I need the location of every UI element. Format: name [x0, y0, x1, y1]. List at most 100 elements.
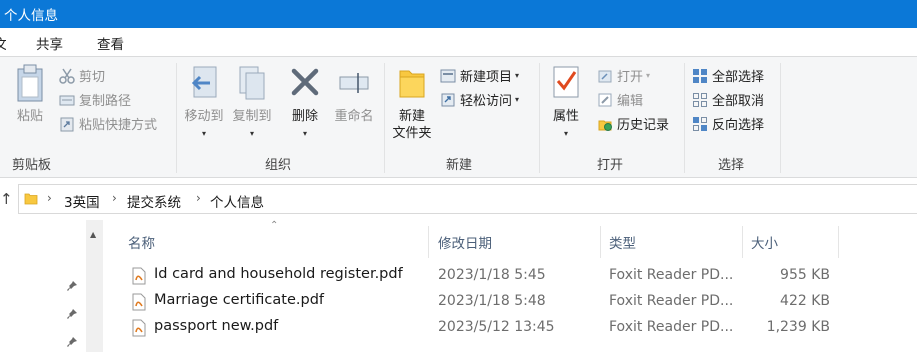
invert-selection-button[interactable]: 反向选择 — [692, 114, 764, 133]
open-button[interactable]: 打开 ▾ — [597, 66, 650, 85]
breadcrumb-item[interactable]: 3英国 — [64, 191, 100, 211]
ribbon-divider — [384, 63, 385, 173]
copy-to-button[interactable]: 复制到 ▾ — [229, 63, 275, 142]
properties-dropdown-icon: ▾ — [563, 129, 568, 138]
easy-access-button[interactable]: 轻松访问 ▾ — [440, 90, 519, 109]
new-folder-label-line1: 新建 — [398, 109, 425, 124]
address-row: ↑ › 3英国 › 提交系统 › 个人信息 — [0, 178, 917, 220]
clipboard-group-label: 剪贴板 — [12, 158, 52, 173]
column-divider[interactable] — [742, 226, 743, 258]
history-button[interactable]: 历史记录 — [597, 114, 669, 133]
file-name: Id card and household register.pdf — [154, 266, 403, 282]
easy-access-dropdown-icon: ▾ — [515, 95, 520, 104]
file-size: 955 KB — [780, 267, 830, 283]
new-folder-label-line2: 文件夹 — [392, 126, 432, 141]
easy-access-label: 轻松访问 — [460, 94, 513, 109]
delete-label: 删除 — [287, 108, 323, 125]
window-title: 个人信息 — [4, 8, 58, 24]
new-group-label: 新建 — [446, 158, 473, 173]
column-header-size[interactable]: 大小 — [751, 232, 778, 252]
column-divider[interactable] — [428, 226, 429, 258]
tab-share[interactable]: 共享 — [36, 33, 63, 53]
copy-to-label: 复制到 — [229, 108, 275, 125]
ribbon: 粘贴 剪切 复制路径 粘贴快捷方式 剪贴板 移动到 ▾ 复制到 ▾ 删除 ▾ 重… — [0, 56, 917, 178]
move-to-icon — [191, 66, 217, 98]
properties-label: 属性 — [552, 109, 579, 124]
table-row[interactable]: Marriage certificate.pdf 2023/1/18 5:48 … — [120, 290, 840, 314]
invert-selection-icon — [693, 116, 707, 131]
pin-icon — [67, 337, 77, 347]
new-folder-button[interactable]: 新建 文件夹 — [389, 63, 435, 142]
copy-path-button[interactable]: 复制路径 — [59, 90, 131, 109]
history-label: 历史记录 — [617, 118, 670, 133]
pdf-file-icon — [132, 293, 146, 311]
open-icon — [598, 70, 612, 82]
title-bar: 个人信息 — [0, 0, 917, 28]
scroll-up-icon[interactable]: ▲ — [90, 230, 96, 239]
file-type: Foxit Reader PD... — [609, 293, 734, 309]
rename-icon — [339, 73, 369, 93]
nav-pane-scrollbar[interactable]: ▲ — [86, 220, 103, 352]
ribbon-divider — [176, 63, 177, 173]
rename-button[interactable]: 重命名 — [331, 63, 377, 125]
cut-button[interactable]: 剪切 — [59, 66, 105, 85]
column-header-modified[interactable]: 修改日期 — [438, 232, 492, 252]
new-item-icon — [440, 69, 456, 82]
pin-icon — [67, 281, 77, 291]
column-header-type[interactable]: 类型 — [609, 232, 636, 252]
file-name: passport new.pdf — [154, 318, 279, 334]
column-divider[interactable] — [600, 226, 601, 258]
breadcrumb-chevron-icon[interactable]: › — [196, 191, 201, 205]
easy-access-icon — [441, 93, 455, 106]
breadcrumb-item[interactable]: 个人信息 — [210, 191, 264, 211]
file-modified: 2023/1/18 5:45 — [438, 267, 546, 283]
move-to-dropdown-icon: ▾ — [201, 129, 206, 138]
delete-button[interactable]: 删除 ▾ — [287, 63, 323, 142]
pdf-file-icon — [132, 319, 146, 337]
file-name: Marriage certificate.pdf — [154, 292, 324, 308]
tab-view[interactable]: 查看 — [97, 33, 124, 53]
ribbon-divider — [684, 63, 685, 173]
delete-dropdown-icon: ▾ — [302, 129, 307, 138]
table-row[interactable]: Id card and household register.pdf 2023/… — [120, 264, 840, 288]
paste-button[interactable]: 粘贴 — [12, 63, 48, 125]
column-divider[interactable] — [838, 226, 839, 258]
sort-arrow-icon: ⌃ — [270, 220, 279, 231]
new-item-button[interactable]: 新建项目 ▾ — [440, 66, 519, 85]
move-to-button[interactable]: 移动到 ▾ — [181, 63, 227, 142]
move-to-text: 移动到 — [184, 109, 224, 124]
edit-label: 编辑 — [617, 94, 644, 109]
select-none-label: 全部取消 — [712, 94, 765, 109]
select-all-button[interactable]: 全部选择 — [692, 66, 764, 85]
breadcrumb-item[interactable]: 提交系统 — [127, 191, 181, 211]
paste-shortcut-icon — [60, 117, 74, 131]
folder-icon — [399, 70, 425, 98]
table-row[interactable]: passport new.pdf 2023/5/12 13:45 Foxit R… — [120, 316, 840, 340]
open-dropdown-icon: ▾ — [646, 71, 651, 80]
file-modified: 2023/1/18 5:48 — [438, 293, 546, 309]
paste-shortcut-button[interactable]: 粘贴快捷方式 — [59, 114, 157, 133]
column-header-name[interactable]: 名称 — [128, 232, 155, 252]
breadcrumb-chevron-icon[interactable]: › — [112, 191, 117, 205]
select-group-label: 选择 — [718, 158, 745, 173]
new-item-dropdown-icon: ▾ — [515, 71, 520, 80]
new-item-label: 新建项目 — [460, 70, 513, 85]
copy-to-dropdown-icon: ▾ — [249, 129, 254, 138]
delete-x-icon — [291, 68, 319, 96]
edit-button[interactable]: 编辑 — [597, 90, 643, 109]
properties-button[interactable]: 属性 ▾ — [545, 63, 587, 142]
up-arrow-icon[interactable]: ↑ — [0, 190, 13, 208]
file-size: 422 KB — [780, 293, 830, 309]
organize-group-label: 组织 — [265, 158, 292, 173]
clipboard-icon — [17, 64, 43, 102]
breadcrumb-chevron-icon[interactable]: › — [47, 191, 52, 205]
invert-selection-label: 反向选择 — [712, 118, 765, 133]
ribbon-divider — [539, 63, 540, 173]
file-type: Foxit Reader PD... — [609, 267, 734, 283]
copy-path-label: 复制路径 — [79, 94, 132, 109]
file-list: ▲ ⌃ 名称 修改日期 类型 大小 Id card and household … — [0, 220, 917, 352]
select-none-button[interactable]: 全部取消 — [692, 90, 764, 109]
scissors-icon — [59, 68, 75, 84]
file-modified: 2023/5/12 13:45 — [438, 319, 555, 335]
edit-pencil-icon — [598, 93, 612, 106]
